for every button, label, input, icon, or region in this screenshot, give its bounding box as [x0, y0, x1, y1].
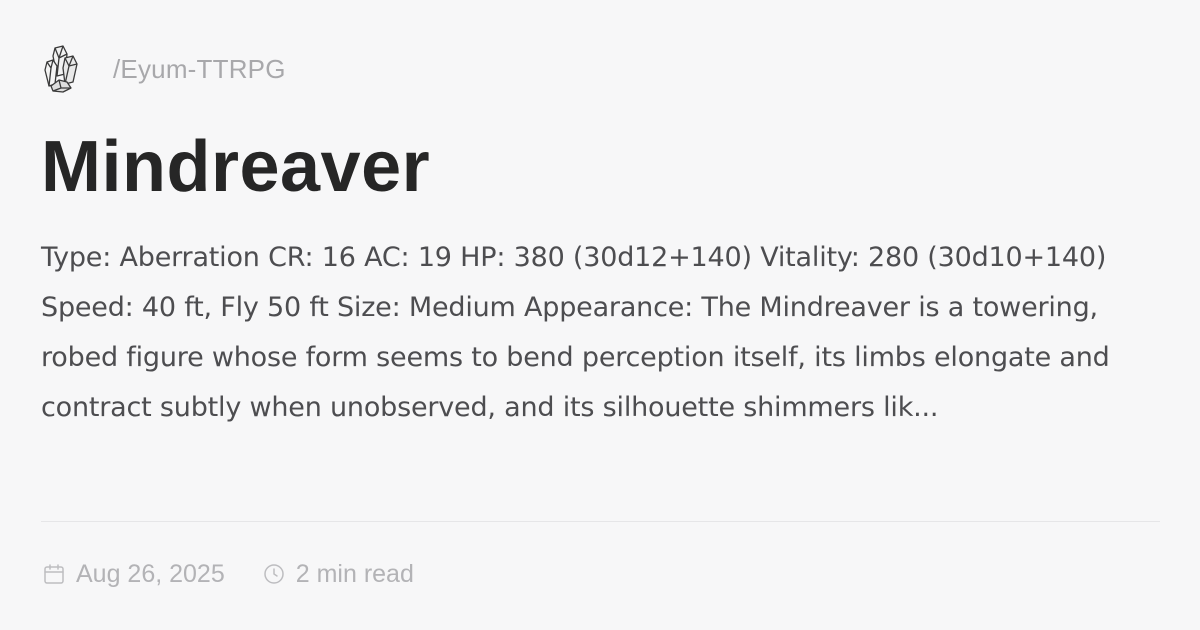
preview-card: /Eyum-TTRPG Mindreaver Type: Aberration … [41, 0, 1160, 630]
clock-icon [261, 561, 287, 587]
divider [41, 521, 1160, 522]
crystal-cluster-icon [41, 42, 95, 96]
page-excerpt: Type: Aberration CR: 16 AC: 19 HP: 380 (… [41, 242, 1110, 423]
site-header: /Eyum-TTRPG [41, 42, 286, 96]
publish-date-text: Aug 26, 2025 [76, 559, 225, 588]
read-time: 2 min read [261, 560, 414, 589]
page-title: Mindreaver [41, 127, 431, 207]
calendar-icon [41, 561, 67, 587]
publish-date: Aug 26, 2025 [41, 560, 225, 589]
read-time-text: 2 min read [295, 559, 414, 588]
meta-row: Aug 26, 2025 2 min read [41, 556, 450, 592]
site-path[interactable]: /Eyum-TTRPG [113, 54, 286, 85]
